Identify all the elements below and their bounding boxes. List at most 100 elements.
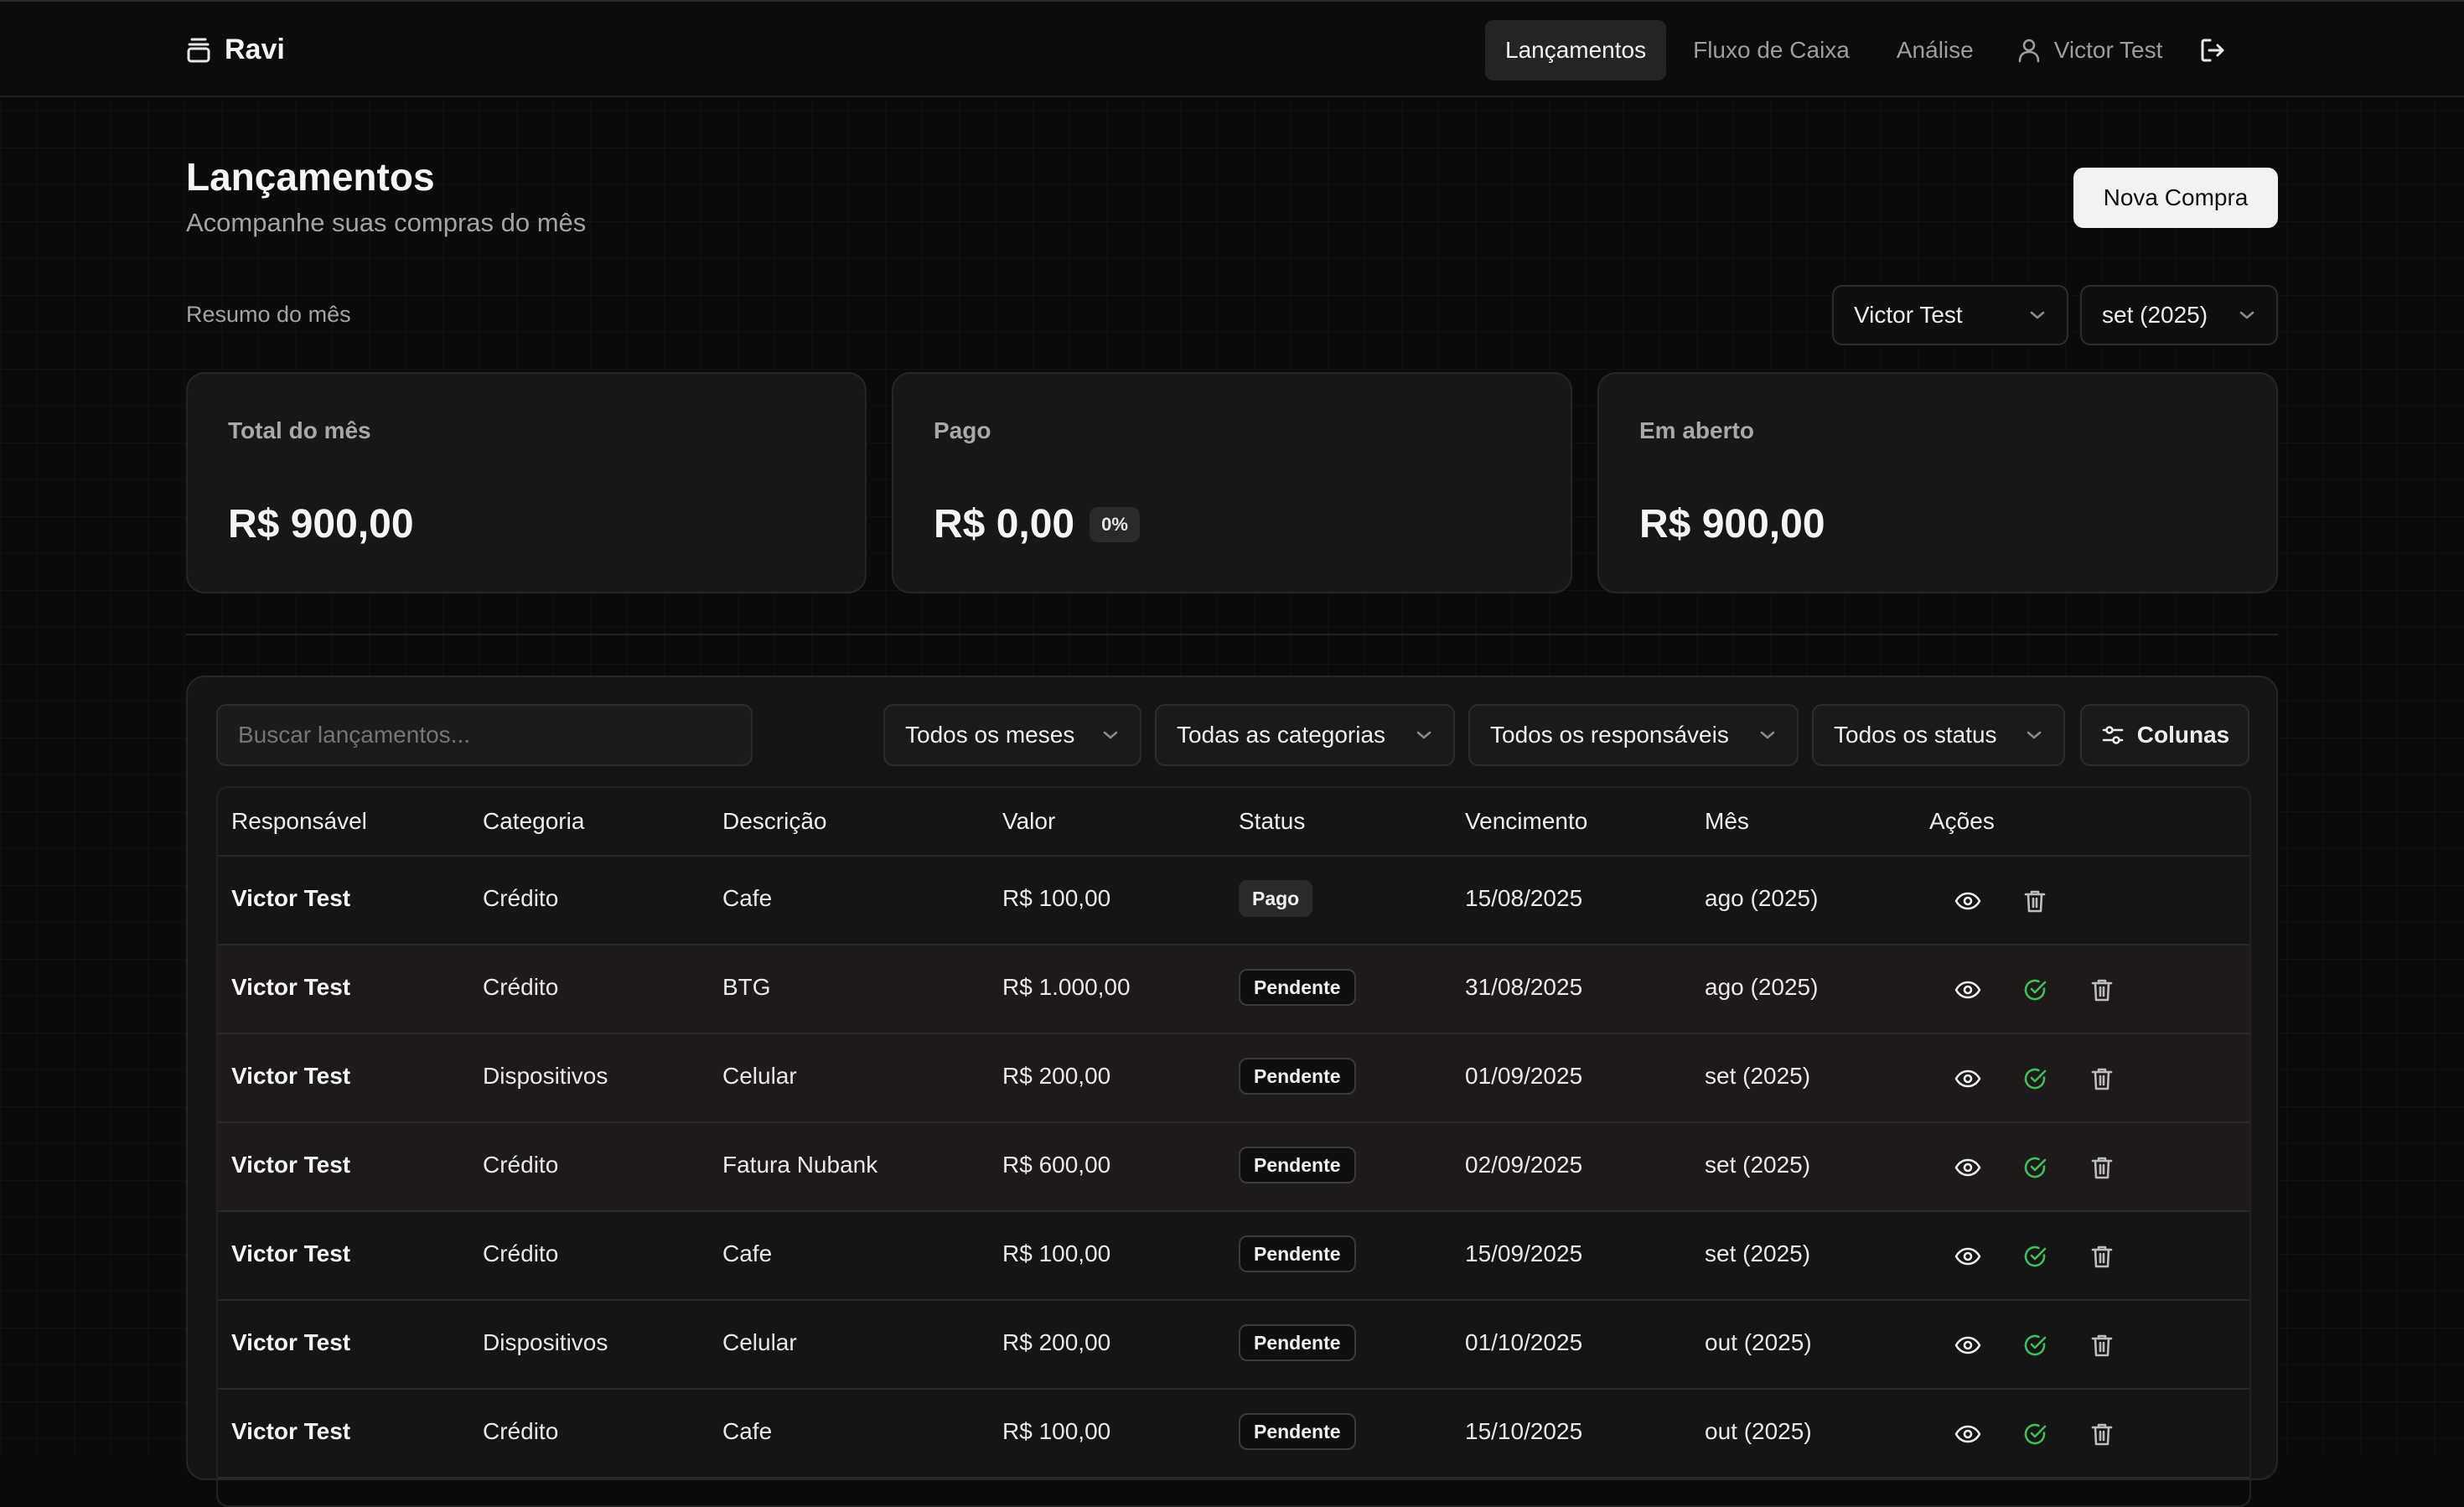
col-valor[interactable]: Valor bbox=[1002, 808, 1055, 835]
trash-icon bbox=[2023, 888, 2047, 914]
chevron-down-icon bbox=[2028, 309, 2047, 321]
card-total-label: Total do mês bbox=[228, 417, 371, 443]
card-pago-value-wrap: R$ 0,00 0% bbox=[934, 501, 1140, 547]
cell-valor: R$ 100,00 bbox=[1002, 1418, 1111, 1444]
eye-icon bbox=[1954, 1069, 1981, 1089]
percent-badge: 0% bbox=[1090, 506, 1140, 542]
section-divider bbox=[186, 634, 2278, 635]
trash-icon bbox=[2090, 1244, 2114, 1269]
trash-icon bbox=[2090, 1066, 2114, 1091]
view-button[interactable] bbox=[1951, 884, 1985, 918]
check-circle-icon bbox=[2022, 1066, 2047, 1091]
main-nav: Lançamentos Fluxo de Caixa Análise Victo… bbox=[1485, 20, 2229, 80]
delete-button[interactable] bbox=[2085, 1328, 2119, 1362]
search-input[interactable] bbox=[216, 704, 753, 766]
brand[interactable]: Ravi bbox=[186, 32, 285, 67]
eye-icon bbox=[1954, 980, 1981, 1000]
user-menu[interactable]: Victor Test bbox=[2017, 37, 2163, 64]
filter-owners-value: Todos os responsáveis bbox=[1490, 722, 1729, 748]
cell-responsavel: Victor Test bbox=[231, 1152, 351, 1178]
col-status[interactable]: Status bbox=[1239, 808, 1305, 835]
mark-paid-button[interactable] bbox=[2018, 1151, 2052, 1184]
cell-descricao: Cafe bbox=[722, 885, 773, 911]
table-row[interactable]: Victor Test Crédito Cafe R$ 100,00 Pendente 1… bbox=[218, 1212, 2249, 1301]
logout-button[interactable] bbox=[2196, 34, 2229, 67]
user-select-value: Victor Test bbox=[1854, 302, 1963, 328]
cell-responsavel: Victor Test bbox=[231, 1063, 351, 1089]
trash-icon bbox=[2090, 1155, 2114, 1180]
chevron-down-icon bbox=[2238, 309, 2256, 321]
table-row[interactable]: Victor Test Crédito Cafe R$ 100,00 Pendente 1… bbox=[218, 1390, 2249, 1479]
col-responsavel[interactable]: Responsável bbox=[231, 808, 367, 835]
check-circle-icon bbox=[2022, 1244, 2047, 1269]
delete-button[interactable] bbox=[2085, 1062, 2119, 1095]
cell-mes: set (2025) bbox=[1705, 1240, 1811, 1266]
cell-valor: R$ 1.000,00 bbox=[1002, 974, 1131, 1000]
filter-months[interactable]: Todos os meses bbox=[883, 704, 1141, 766]
cell-mes: out (2025) bbox=[1705, 1329, 1812, 1355]
entries-panel: Todos os meses Todas as categorias Todos… bbox=[186, 676, 2278, 1507]
nav-fluxo-de-caixa[interactable]: Fluxo de Caixa bbox=[1673, 20, 1870, 80]
view-button[interactable] bbox=[1951, 973, 1985, 1007]
cell-categoria: Crédito bbox=[483, 1152, 559, 1178]
cell-categoria: Dispositivos bbox=[483, 1063, 608, 1089]
delete-button[interactable] bbox=[2085, 1151, 2119, 1184]
view-button[interactable] bbox=[1951, 1417, 1985, 1451]
mark-paid-button[interactable] bbox=[2018, 1062, 2052, 1095]
columns-button[interactable]: Colunas bbox=[2080, 704, 2249, 766]
col-acoes: Ações bbox=[1929, 808, 1995, 834]
user-select[interactable]: Victor Test bbox=[1832, 285, 2068, 345]
trash-icon bbox=[2090, 977, 2114, 1002]
view-button[interactable] bbox=[1951, 1062, 1985, 1095]
cell-valor: R$ 100,00 bbox=[1002, 885, 1111, 911]
mark-paid-button[interactable] bbox=[2018, 1240, 2052, 1273]
user-name: Victor Test bbox=[2053, 37, 2163, 63]
col-descricao[interactable]: Descrição bbox=[722, 808, 826, 835]
card-pago: Pago R$ 0,00 0% bbox=[892, 372, 1572, 593]
view-button[interactable] bbox=[1951, 1328, 1985, 1362]
check-circle-icon bbox=[2022, 1333, 2047, 1358]
cell-valor: R$ 200,00 bbox=[1002, 1329, 1111, 1355]
cell-mes: set (2025) bbox=[1705, 1063, 1811, 1089]
cell-descricao: Fatura Nubank bbox=[722, 1152, 878, 1178]
delete-button[interactable] bbox=[2085, 1240, 2119, 1273]
cell-responsavel: Victor Test bbox=[231, 974, 351, 1000]
nova-compra-button[interactable]: Nova Compra bbox=[2073, 168, 2278, 228]
table-row[interactable]: Victor Test Crédito Cafe R$ 100,00 Pago 15/08… bbox=[218, 857, 2249, 945]
filter-status[interactable]: Todos os status bbox=[1812, 704, 2065, 766]
view-button[interactable] bbox=[1951, 1240, 1985, 1273]
col-mes[interactable]: Mês bbox=[1705, 808, 1749, 835]
filter-owners[interactable]: Todos os responsáveis bbox=[1468, 704, 1799, 766]
delete-button[interactable] bbox=[2085, 1417, 2119, 1451]
month-select[interactable]: set (2025) bbox=[2080, 285, 2278, 345]
wallet-icon bbox=[186, 35, 211, 64]
chevron-down-icon bbox=[1415, 729, 1433, 741]
card-em-aberto: Em aberto R$ 900,00 bbox=[1597, 372, 2278, 593]
cell-categoria: Crédito bbox=[483, 1240, 559, 1266]
entries-table: Responsável Categoria Descrição Valor St… bbox=[216, 786, 2251, 1507]
cell-vencimento: 02/09/2025 bbox=[1465, 1152, 1583, 1178]
brand-name: Ravi bbox=[225, 33, 285, 65]
view-button[interactable] bbox=[1951, 1151, 1985, 1184]
table-row[interactable]: Victor Test Crédito Fatura Nubank R$ 600,00… bbox=[218, 1123, 2249, 1212]
eye-icon bbox=[1954, 1424, 1981, 1444]
delete-button[interactable] bbox=[2085, 973, 2119, 1007]
table-row[interactable]: Victor Test Crédito BTG R$ 1.000,00 Pendente… bbox=[218, 945, 2249, 1034]
nav-analise[interactable]: Análise bbox=[1876, 20, 1994, 80]
chevron-down-icon bbox=[2025, 729, 2043, 741]
cell-vencimento: 15/08/2025 bbox=[1465, 885, 1583, 911]
mark-paid-button[interactable] bbox=[2018, 1417, 2052, 1451]
mark-paid-button[interactable] bbox=[2018, 1328, 2052, 1362]
table-row[interactable]: Victor Test Dispositivos Celular R$ 200,00 P… bbox=[218, 1034, 2249, 1123]
table-row[interactable]: Victor Test Dispositivos Celular R$ 200,00 P… bbox=[218, 1301, 2249, 1390]
col-categoria[interactable]: Categoria bbox=[483, 808, 584, 835]
filter-months-value: Todos os meses bbox=[905, 722, 1075, 748]
delete-button[interactable] bbox=[2018, 884, 2052, 918]
columns-label: Colunas bbox=[2136, 722, 2230, 748]
filter-categories[interactable]: Todas as categorias bbox=[1155, 704, 1455, 766]
status-badge: Pendente bbox=[1239, 1058, 1356, 1095]
cell-descricao: Cafe bbox=[722, 1418, 773, 1444]
mark-paid-button[interactable] bbox=[2018, 973, 2052, 1007]
col-vencimento[interactable]: Vencimento bbox=[1465, 808, 1587, 835]
nav-lancamentos[interactable]: Lançamentos bbox=[1485, 20, 1667, 80]
